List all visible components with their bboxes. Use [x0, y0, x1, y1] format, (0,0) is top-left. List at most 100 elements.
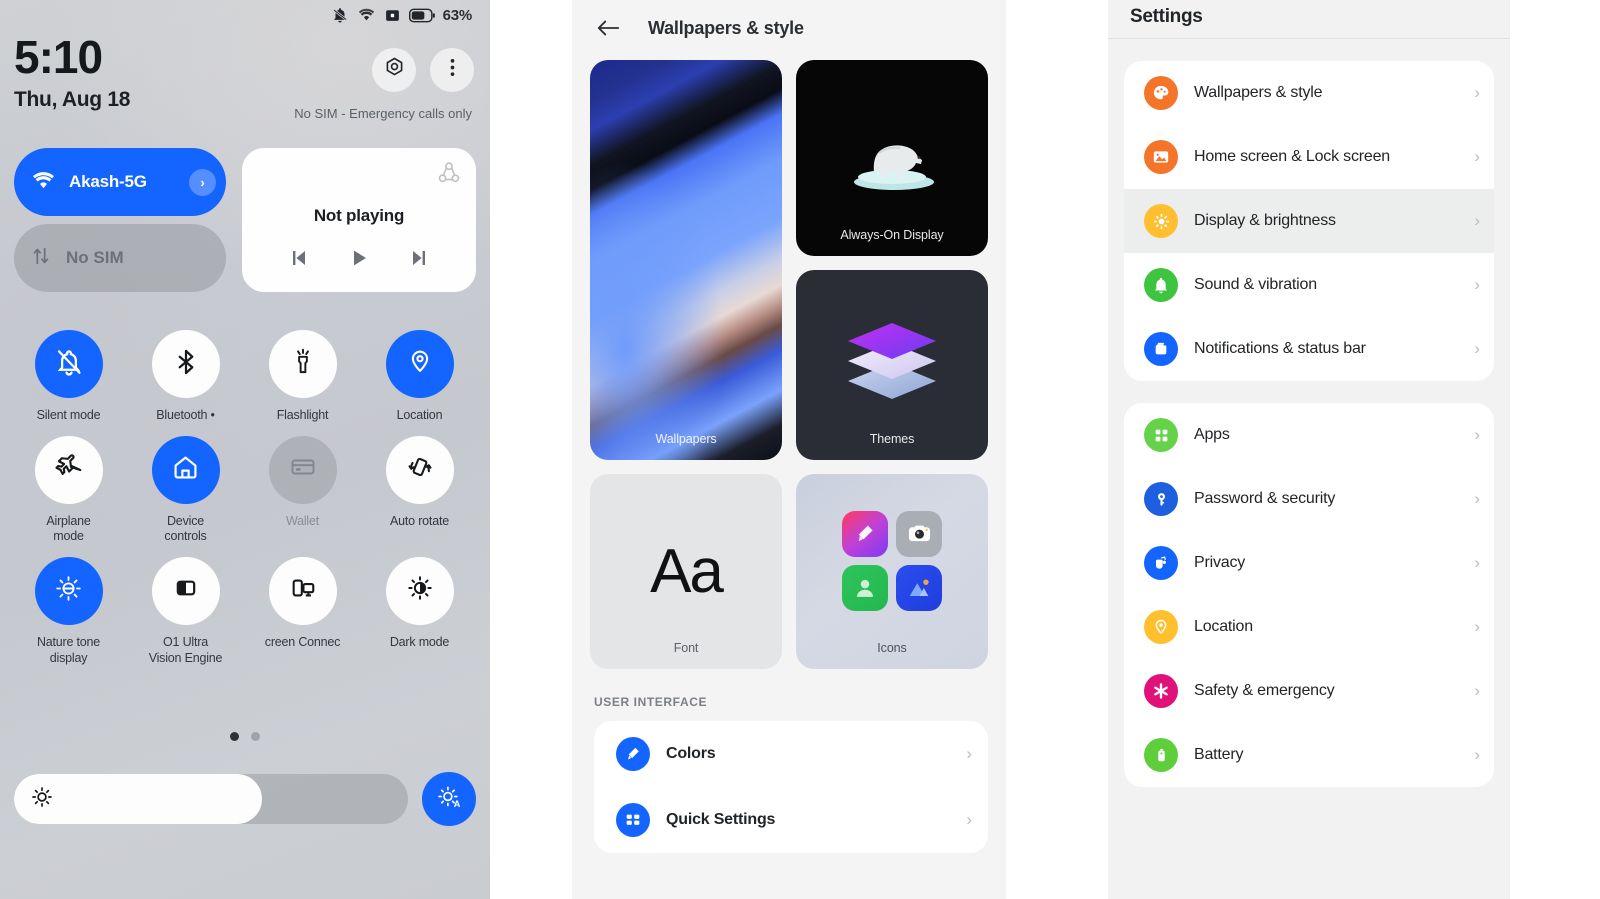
settings-row-label: Safety & emergency [1194, 682, 1335, 699]
font-sample: Aa [650, 537, 724, 606]
settings-header: Settings [1108, 0, 1510, 38]
tile-auto-rotate[interactable]: Auto rotate [361, 435, 478, 545]
tile-bluetooth[interactable]: Bluetooth • [127, 330, 244, 424]
connectivity-column: Akash-5G › No SIM [14, 148, 226, 292]
page-dot[interactable] [251, 732, 260, 741]
card-font[interactable]: Aa Font [590, 474, 782, 669]
tile-flashlight[interactable]: Flashlight [244, 330, 361, 424]
auto-brightness-button[interactable]: A [422, 772, 476, 826]
tile-wallet[interactable]: Wallet [244, 435, 361, 545]
chevron-right-icon: › [1474, 211, 1480, 230]
rotate-icon [406, 453, 434, 486]
chevron-right-icon: › [1474, 745, 1480, 764]
card-wallpapers[interactable]: Wallpapers [590, 60, 782, 460]
tile-airplane-mode[interactable]: Airplane mode [10, 435, 127, 545]
settings-row-label: Display & brightness [1194, 212, 1336, 229]
settings-row-password-security[interactable]: Password & security › [1124, 467, 1494, 531]
tile-icon-wrap [151, 556, 220, 625]
privacy-hand-icon [1144, 546, 1178, 580]
cast-output-icon[interactable] [436, 160, 462, 191]
flashlight-icon [290, 348, 316, 381]
chevron-right-icon: › [966, 810, 972, 829]
header-divider [1108, 38, 1510, 39]
play-icon[interactable] [347, 246, 371, 270]
wifi-icon [357, 6, 376, 24]
next-icon[interactable] [408, 246, 432, 270]
bluetooth-icon [172, 348, 200, 381]
ui-row-colors[interactable]: Colors › [594, 721, 988, 787]
key-icon [1144, 482, 1178, 516]
previous-icon[interactable] [286, 246, 310, 270]
clock-time: 5:10 [14, 31, 103, 83]
settings-row-notifications-status-bar[interactable]: Notifications & status bar › [1124, 317, 1494, 381]
home-icon [171, 453, 200, 487]
tile-row: Nature tone display O1 Ultra Vision Engi… [10, 556, 480, 666]
settings-row-display-brightness[interactable]: Display & brightness › [1124, 189, 1494, 253]
settings-row-label: Battery [1194, 746, 1244, 763]
settings-row-privacy[interactable]: Privacy › [1124, 531, 1494, 595]
wallpapers-header: Wallpapers & style [572, 0, 1006, 48]
card-label: Always-On Display [840, 228, 944, 242]
dark-mode-icon [406, 574, 434, 607]
svg-text:A: A [454, 799, 461, 809]
settings-gear-button[interactable] [372, 48, 416, 92]
settings-row-home-lock-screen[interactable]: Home screen & Lock screen › [1124, 125, 1494, 189]
chevron-right-icon: › [1474, 339, 1480, 358]
clock-block: 5:10 Thu, Aug 18 [14, 34, 130, 112]
settings-row-sound-vibration[interactable]: Sound & vibration › [1124, 253, 1494, 317]
grid-apps-icon [1144, 418, 1178, 452]
card-icons[interactable]: Icons [796, 474, 988, 669]
tile-location[interactable]: Location [361, 330, 478, 424]
brightness-slider[interactable] [14, 774, 408, 824]
arrow-left-icon[interactable] [596, 18, 620, 38]
tile-label: Silent mode [36, 408, 101, 422]
card-themes[interactable]: Themes [796, 270, 988, 460]
sun-icon [30, 785, 54, 814]
settings-row-location[interactable]: Location › [1124, 595, 1494, 659]
settings-row-apps[interactable]: Apps › [1124, 403, 1494, 467]
emergency-star-icon [1144, 674, 1178, 708]
tile-label: Dark mode [389, 634, 450, 649]
tile-screen-connect[interactable]: creen Connec [244, 556, 361, 666]
gear-icon [383, 56, 406, 84]
media-player-card[interactable]: Not playing [242, 148, 476, 292]
brightness-fill [14, 774, 263, 824]
style-cards-right-column: Always-On Display Themes [796, 60, 988, 460]
chevron-right-icon[interactable]: › [189, 168, 216, 196]
tile-icon-wrap [34, 330, 103, 398]
settings-row-label: Sound & vibration [1194, 276, 1317, 293]
chevron-right-icon: › [1474, 681, 1480, 700]
user-interface-section: USER INTERFACE Colors › Quick Settings › [572, 669, 1006, 853]
icon-preview-grid [842, 510, 942, 611]
sim-tile[interactable]: No SIM [14, 224, 226, 292]
data-arrows-icon [30, 245, 52, 272]
tile-o1-ultra-vision-engine[interactable]: O1 Ultra Vision Engine [127, 556, 244, 666]
media-title: Not playing [313, 206, 405, 225]
page-dot-active[interactable] [230, 732, 239, 741]
settings-row-label: Home screen & Lock screen [1194, 148, 1390, 165]
ui-row-quick-settings[interactable]: Quick Settings › [594, 787, 988, 853]
tile-label: Location [396, 408, 443, 422]
tile-silent-mode[interactable]: Silent mode [10, 330, 127, 424]
settings-row-battery[interactable]: Battery › [1124, 723, 1494, 787]
tile-icon-wrap [34, 435, 103, 504]
clock-date: Thu, Aug 18 [14, 88, 131, 111]
card-always-on-display[interactable]: Always-On Display [796, 60, 988, 256]
settings-row-label: Wallpapers & style [1194, 84, 1323, 101]
ui-row-label: Colors [666, 745, 716, 762]
style-cards-grid-second: Aa Font Icons [572, 460, 1006, 669]
screen-cast-icon [289, 574, 317, 607]
tile-icon-wrap [385, 435, 454, 504]
tile-nature-tone-display[interactable]: Nature tone display [10, 556, 127, 666]
wifi-tile[interactable]: Akash-5G › [14, 148, 226, 216]
tile-label: Auto rotate [390, 513, 449, 528]
quick-settings-icon [616, 803, 650, 837]
wifi-network-name: Akash-5G [69, 172, 147, 191]
tile-device-controls[interactable]: Device controls [127, 435, 244, 545]
settings-row-safety-emergency[interactable]: Safety & emergency › [1124, 659, 1494, 723]
overflow-menu-button[interactable] [430, 48, 474, 92]
tile-dark-mode[interactable]: Dark mode [361, 556, 478, 666]
settings-row-wallpapers-style[interactable]: Wallpapers & style › [1124, 61, 1494, 125]
gallery-icon [896, 564, 942, 611]
settings-panel: Settings Wallpapers & style › Home scree… [1108, 0, 1510, 899]
